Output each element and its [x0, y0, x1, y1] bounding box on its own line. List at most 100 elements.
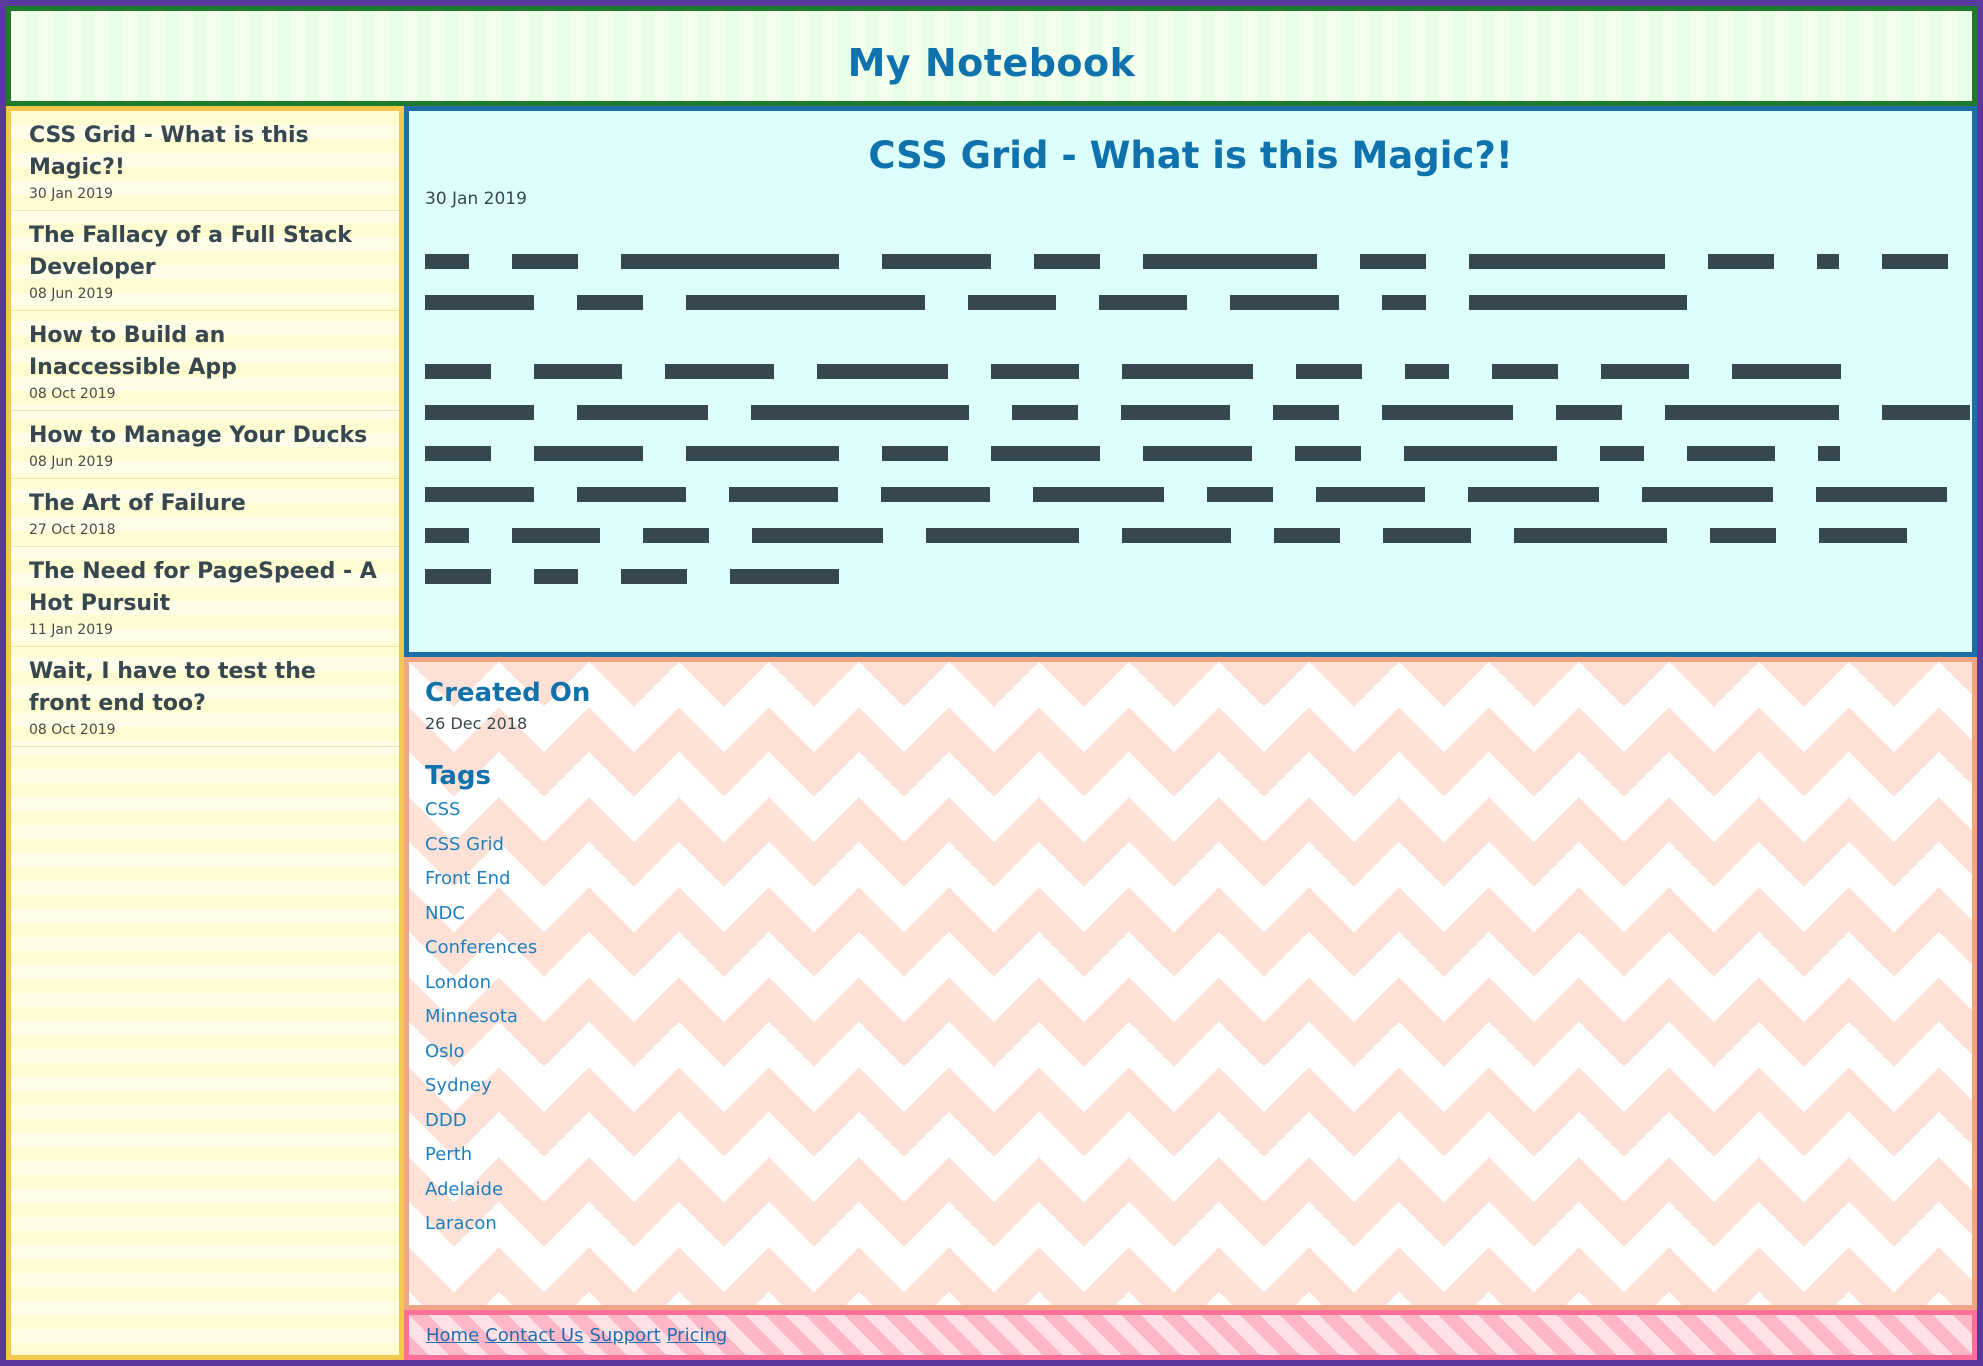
redacted-word-bar [577, 487, 686, 502]
tag-link[interactable]: NDC [425, 903, 465, 924]
article-title: CSS Grid - What is this Magic?! [868, 134, 1513, 177]
article-date: 30 Jan 2019 [425, 189, 527, 209]
redacted-word-bar [1382, 295, 1426, 310]
redacted-line [425, 515, 1956, 556]
redacted-word-bar [1316, 487, 1425, 502]
redacted-word-bar [1601, 364, 1689, 379]
post-sidebar: CSS Grid - What is this Magic?! 30 Jan 2… [6, 106, 404, 1360]
tag-link[interactable]: CSS Grid [425, 834, 504, 855]
redacted-word-bar [1816, 487, 1947, 502]
sidebar-post-item[interactable]: How to Build an Inaccessible App 08 Oct … [11, 311, 399, 411]
tag-item: Oslo [425, 1041, 1956, 1062]
redacted-word-bar [1817, 254, 1839, 269]
redacted-word-bar [926, 528, 1079, 543]
tag-item: London [425, 972, 1956, 993]
redacted-line [425, 241, 1956, 282]
tag-link[interactable]: Laracon [425, 1213, 497, 1234]
tags-heading: Tags [425, 761, 492, 791]
redacted-word-bar [1710, 528, 1776, 543]
tag-link[interactable]: Adelaide [425, 1179, 503, 1200]
redacted-word-bar [425, 446, 491, 461]
redacted-word-bar [1556, 405, 1622, 420]
redacted-word-bar [1600, 446, 1644, 461]
redacted-word-bar [425, 487, 534, 502]
redacted-word-bar [1687, 446, 1775, 461]
redacted-word-bar [686, 446, 839, 461]
tag-item: Laracon [425, 1213, 1956, 1234]
redacted-word-bar [1033, 487, 1164, 502]
redacted-word-bar [621, 569, 687, 584]
post-title: Wait, I have to test the front end too? [29, 659, 316, 716]
tag-item: DDD [425, 1110, 1956, 1131]
redacted-word-bar [1469, 295, 1687, 310]
redacted-word-bar [882, 446, 948, 461]
redacted-word-bar [577, 295, 643, 310]
redacted-word-bar [1642, 487, 1773, 502]
tag-link[interactable]: London [425, 972, 491, 993]
redacted-word-bar [425, 528, 469, 543]
redacted-line [425, 433, 1956, 474]
redacted-line [425, 474, 1956, 515]
sidebar-post-item[interactable]: The Art of Failure 27 Oct 2018 [11, 479, 399, 547]
redacted-word-bar [1383, 528, 1471, 543]
site-title: My Notebook [847, 41, 1136, 85]
sidebar-post-item[interactable]: CSS Grid - What is this Magic?! 30 Jan 2… [11, 111, 399, 211]
sidebar-post-item[interactable]: The Fallacy of a Full Stack Developer 08… [11, 211, 399, 311]
tag-link[interactable]: Sydney [425, 1075, 492, 1096]
post-title: How to Manage Your Ducks [29, 423, 368, 448]
post-date: 27 Oct 2018 [29, 522, 116, 538]
redacted-word-bar [1012, 405, 1078, 420]
redacted-word-bar [534, 446, 643, 461]
page-frame: My Notebook CSS Grid - What is this Magi… [6, 6, 1977, 1360]
redacted-word-bar [751, 405, 969, 420]
redacted-word-bar [991, 446, 1100, 461]
redacted-word-bar [1882, 405, 1970, 420]
post-title: CSS Grid - What is this Magic?! [29, 123, 309, 180]
redacted-paragraph [425, 241, 1956, 323]
redacted-word-bar [881, 487, 990, 502]
redacted-word-bar [752, 528, 883, 543]
redacted-word-bar [968, 295, 1056, 310]
site-footer: Home Contact Us Support Pricing [404, 1310, 1977, 1360]
redacted-word-bar [577, 405, 708, 420]
redacted-word-bar [1230, 295, 1339, 310]
tag-link[interactable]: Front End [425, 868, 510, 889]
tag-item: CSS [425, 799, 1956, 820]
redacted-word-bar [425, 364, 491, 379]
post-title: The Art of Failure [29, 491, 246, 516]
redacted-word-bar [1099, 295, 1187, 310]
tag-link[interactable]: DDD [425, 1110, 467, 1131]
tag-link[interactable]: Minnesota [425, 1006, 518, 1027]
tag-link[interactable]: Conferences [425, 937, 537, 958]
redacted-word-bar [1034, 254, 1100, 269]
redacted-word-bar [1207, 487, 1273, 502]
meta-panel: Created On 26 Dec 2018 Tags CSS CSS Grid… [404, 657, 1977, 1310]
footer-link-home[interactable]: Home [426, 1325, 479, 1346]
redacted-word-bar [425, 254, 469, 269]
sidebar-post-item[interactable]: The Need for PageSpeed - A Hot Pursuit 1… [11, 547, 399, 647]
tag-link[interactable]: CSS [425, 799, 460, 820]
redacted-word-bar [1405, 364, 1449, 379]
redacted-word-bar [621, 254, 839, 269]
redacted-word-bar [730, 569, 839, 584]
redacted-word-bar [1882, 254, 1948, 269]
redacted-word-bar [534, 364, 622, 379]
sidebar-post-item[interactable]: How to Manage Your Ducks 08 Jun 2019 [11, 411, 399, 479]
redacted-word-bar [1274, 528, 1340, 543]
post-date: 08 Jun 2019 [29, 286, 114, 302]
footer-link-support[interactable]: Support [589, 1325, 660, 1346]
tag-link[interactable]: Perth [425, 1144, 472, 1165]
redacted-word-bar [1732, 364, 1841, 379]
footer-link-contact-us[interactable]: Contact Us [485, 1325, 583, 1346]
sidebar-post-item[interactable]: Wait, I have to test the front end too? … [11, 647, 399, 747]
article-panel: CSS Grid - What is this Magic?! 30 Jan 2… [404, 106, 1977, 657]
tag-link[interactable]: Oslo [425, 1041, 465, 1062]
footer-link-pricing[interactable]: Pricing [667, 1325, 728, 1346]
redacted-line [425, 351, 1956, 392]
redacted-word-bar [1122, 528, 1231, 543]
redacted-word-bar [1143, 254, 1317, 269]
redacted-word-bar [1143, 446, 1252, 461]
redacted-word-bar [1295, 446, 1361, 461]
redacted-word-bar [1296, 364, 1362, 379]
redacted-word-bar [425, 295, 534, 310]
